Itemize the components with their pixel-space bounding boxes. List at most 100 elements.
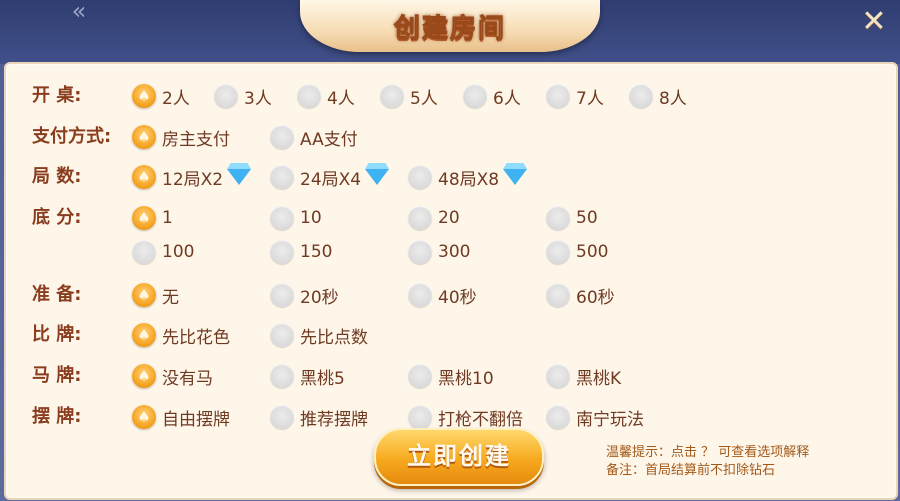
row-label-horse-card: 马 牌: (32, 365, 82, 386)
option-label: 60秒 (576, 287, 615, 308)
option-label: 24局X4 (300, 169, 362, 190)
radio-icon (270, 364, 294, 388)
option-4-players[interactable]: 4人 (297, 80, 355, 112)
option-7-players[interactable]: 7人 (546, 80, 604, 112)
radio-icon (270, 283, 294, 307)
option-score-1[interactable]: 1 (132, 202, 173, 234)
radio-icon (546, 84, 570, 108)
option-score-50[interactable]: 50 (546, 202, 598, 234)
close-icon[interactable]: ✕ (854, 3, 894, 41)
option-label: 先比点数 (300, 327, 368, 348)
option-label: 50 (576, 208, 598, 228)
radio-icon (463, 84, 487, 108)
option-owner-pay[interactable]: 房主支付 (132, 121, 230, 153)
radio-selected-icon (132, 405, 156, 429)
option-label: AA支付 (300, 129, 358, 150)
radio-icon (132, 240, 156, 264)
option-ready-60s[interactable]: 60秒 (546, 279, 615, 311)
option-spade-k[interactable]: 黑桃K (546, 360, 621, 392)
option-3-players[interactable]: 3人 (214, 80, 272, 112)
option-score-20[interactable]: 20 (408, 202, 460, 234)
row-label-arrange: 摆 牌: (32, 406, 82, 427)
option-6-players[interactable]: 6人 (463, 80, 521, 112)
diamond-icon (503, 169, 528, 185)
option-label: 12局X2 (162, 169, 224, 190)
option-compare-points[interactable]: 先比点数 (270, 319, 368, 351)
option-score-300[interactable]: 300 (408, 236, 470, 268)
option-8-players[interactable]: 8人 (629, 80, 687, 112)
radio-icon (270, 240, 294, 264)
option-label: 300 (438, 242, 471, 262)
option-label: 黑桃10 (438, 368, 494, 389)
option-label: 房主支付 (162, 129, 230, 150)
radio-icon (408, 283, 432, 307)
radio-icon (297, 84, 321, 108)
create-now-button[interactable]: 立即创建 (374, 428, 544, 486)
row-label-rounds: 局 数: (32, 166, 82, 187)
option-label: 无 (162, 287, 179, 308)
option-label: 黑桃K (576, 368, 622, 389)
radio-icon (270, 125, 294, 149)
option-spade-10[interactable]: 黑桃10 (408, 360, 494, 392)
option-label: 8人 (659, 88, 687, 109)
back-icon[interactable]: « (52, 0, 106, 23)
option-2-players[interactable]: 2人 (132, 80, 190, 112)
option-label: 5人 (410, 88, 438, 109)
option-score-500[interactable]: 500 (546, 236, 608, 268)
option-no-horse[interactable]: 没有马 (132, 360, 213, 392)
title-plate: 创建房间 (300, 0, 600, 52)
option-score-100[interactable]: 100 (132, 236, 194, 268)
radio-icon (408, 364, 432, 388)
radio-icon (270, 323, 294, 347)
radio-icon (546, 283, 570, 307)
radio-icon (270, 405, 294, 429)
tip-line-2: 备注：首局结算前不扣除钻石 (606, 463, 776, 478)
option-score-10[interactable]: 10 (270, 202, 322, 234)
page-title: 创建房间 (393, 14, 506, 45)
option-ready-none[interactable]: 无 (132, 279, 179, 311)
row-label-players: 开 桌: (32, 85, 82, 106)
radio-icon (408, 405, 432, 429)
row-label-compare: 比 牌: (32, 324, 82, 345)
radio-icon (408, 165, 432, 189)
row-label-payment: 支付方式: (32, 126, 112, 147)
option-label: 20秒 (300, 287, 339, 308)
radio-selected-icon (132, 206, 156, 230)
option-ready-40s[interactable]: 40秒 (408, 279, 477, 311)
option-24-rounds[interactable]: 24局X4 (270, 161, 390, 193)
option-label: 先比花色 (162, 327, 230, 348)
option-compare-suit[interactable]: 先比花色 (132, 319, 230, 351)
tips-box: 温馨提示：点击 ？ 可查看选项解释 备注：首局结算前不扣除钻石 (606, 444, 886, 480)
option-label: 6人 (493, 88, 521, 109)
option-label: 1 (162, 208, 173, 228)
radio-icon (546, 364, 570, 388)
radio-icon (408, 240, 432, 264)
option-label: 40秒 (438, 287, 477, 308)
option-label: 100 (162, 242, 195, 262)
radio-icon (546, 206, 570, 230)
option-5-players[interactable]: 5人 (380, 80, 438, 112)
radio-selected-icon (132, 125, 156, 149)
option-aa-pay[interactable]: AA支付 (270, 121, 358, 153)
option-nanning-rules[interactable]: 南宁玩法 (546, 401, 644, 433)
option-score-150[interactable]: 150 (270, 236, 332, 268)
diamond-icon (227, 169, 252, 185)
option-label: 20 (438, 208, 460, 228)
option-spade-5[interactable]: 黑桃5 (270, 360, 345, 392)
radio-icon (214, 84, 238, 108)
option-ready-20s[interactable]: 20秒 (270, 279, 339, 311)
option-48-rounds[interactable]: 48局X8 (408, 161, 528, 193)
radio-icon (270, 165, 294, 189)
option-recommended-arrange[interactable]: 推荐摆牌 (270, 401, 368, 433)
option-label: 推荐摆牌 (300, 409, 368, 430)
option-label: 4人 (327, 88, 355, 109)
radio-icon (546, 240, 570, 264)
radio-selected-icon (132, 84, 156, 108)
option-12-rounds[interactable]: 12局X2 (132, 161, 252, 193)
tip-line-1: 温馨提示：点击 ？ 可查看选项解释 (606, 445, 810, 460)
row-label-ready: 准 备: (32, 284, 82, 305)
option-free-arrange[interactable]: 自由摆牌 (132, 401, 230, 433)
radio-icon (270, 206, 294, 230)
radio-selected-icon (132, 323, 156, 347)
option-label: 7人 (576, 88, 604, 109)
